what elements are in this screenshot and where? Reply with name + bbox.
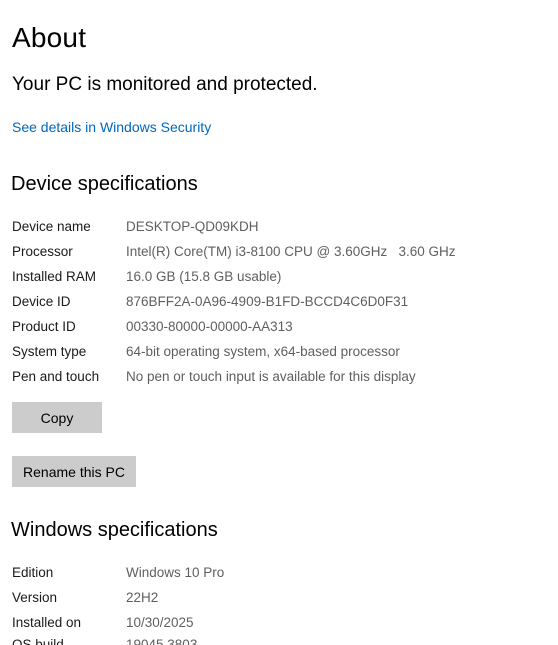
device-specifications-heading: Device specifications xyxy=(11,173,198,195)
spec-label: OS build xyxy=(12,637,64,645)
windows-security-link[interactable]: See details in Windows Security xyxy=(12,119,211,135)
spec-value: 22H2 xyxy=(126,590,159,605)
copy-button[interactable]: Copy xyxy=(12,402,102,433)
windows-specifications-heading: Windows specifications xyxy=(11,519,218,541)
spec-value: 19045.3803 xyxy=(126,637,198,645)
protection-status-text: Your PC is monitored and protected. xyxy=(12,74,318,95)
spec-value: 876BFF2A-0A96-4909-B1FD-BCCD4C6D0F31 xyxy=(126,294,409,309)
spec-value: DESKTOP-QD09KDH xyxy=(126,219,259,234)
spec-label: Edition xyxy=(12,565,54,580)
spec-value: No pen or touch input is available for t… xyxy=(126,369,416,384)
spec-label: Processor xyxy=(12,244,73,259)
spec-value: Intel(R) Core(TM) i3-8100 CPU @ 3.60GHz … xyxy=(126,244,456,259)
spec-label: Pen and touch xyxy=(12,369,100,384)
spec-value: 16.0 GB (15.8 GB usable) xyxy=(126,269,282,284)
rename-pc-button[interactable]: Rename this PC xyxy=(12,456,136,487)
spec-value: 00330-80000-00000-AA313 xyxy=(126,319,293,334)
page-title: About xyxy=(12,22,87,53)
spec-value: 64-bit operating system, x64-based proce… xyxy=(126,344,400,359)
spec-label: Product ID xyxy=(12,319,76,334)
spec-value: Windows 10 Pro xyxy=(126,565,225,580)
spec-label: Device ID xyxy=(12,294,71,309)
spec-value: 10/30/2025 xyxy=(126,615,194,630)
spec-label: Installed on xyxy=(12,615,82,630)
spec-label: Installed RAM xyxy=(12,269,97,284)
spec-label: System type xyxy=(12,344,87,359)
spec-label: Device name xyxy=(12,219,91,234)
about-settings-page: About Your PC is monitored and protected… xyxy=(0,0,558,645)
spec-label: Version xyxy=(12,590,58,605)
